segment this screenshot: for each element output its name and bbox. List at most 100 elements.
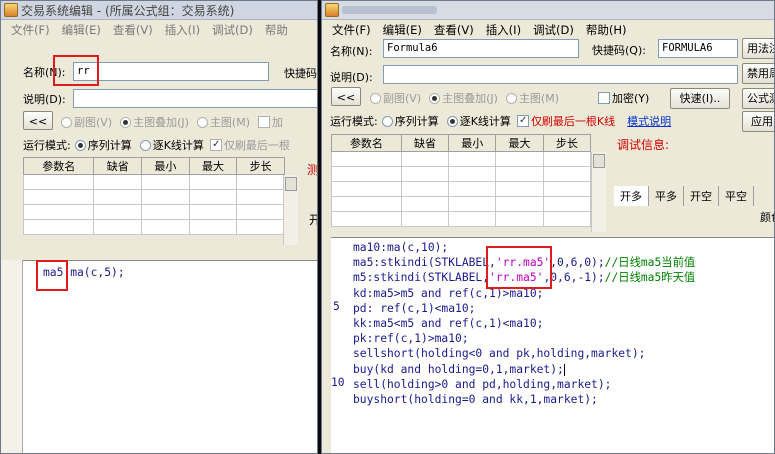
menu-debug[interactable]: 调试(D): [206, 22, 259, 38]
params-scrollbar[interactable]: [283, 175, 298, 245]
shortcut-value: FORMULA6: [662, 42, 713, 54]
app-icon: [4, 3, 18, 17]
radio-sequence-calc[interactable]: [381, 115, 393, 127]
tab-close-short[interactable]: 平空: [719, 186, 754, 206]
line-number: 5: [333, 300, 340, 313]
radio-kline-calc[interactable]: [446, 115, 458, 127]
col-step[interactable]: 步长: [236, 157, 285, 175]
params-scrollbar[interactable]: [591, 152, 606, 232]
menu-edit[interactable]: 编辑(E): [56, 22, 107, 38]
col-max[interactable]: 最大: [495, 134, 544, 152]
table-row[interactable]: [331, 211, 592, 227]
formula-editor-window-left: 交易系统编辑 - (所属公式组：交易系统) 文件(F) 编辑(E) 查看(V) …: [0, 0, 318, 454]
menu-help[interactable]: 帮助: [259, 22, 294, 38]
tab-open-short[interactable]: 开空: [684, 186, 719, 206]
debug-label-partial: 测: [307, 163, 318, 177]
menu-bar: 文件(F) 编辑(E) 查看(V) 插入(I) 调试(D) 帮助(H): [322, 20, 774, 40]
formula-test-button[interactable]: 公式测: [742, 88, 774, 109]
name-input[interactable]: rr: [73, 62, 269, 81]
table-row[interactable]: [22, 174, 285, 190]
radio-main-overlay[interactable]: [429, 92, 441, 104]
col-param-name[interactable]: 参数名: [331, 134, 402, 152]
table-row[interactable]: [22, 204, 285, 220]
app-icon: [325, 3, 339, 17]
col-max[interactable]: 最大: [188, 157, 238, 175]
menu-view[interactable]: 查看(V): [428, 22, 480, 38]
name-value: Formula6: [387, 42, 438, 54]
code-editor[interactable]: ma5:ma(c,5);: [23, 260, 317, 453]
code-line: buyshort(holding=0 and kk,1,market);: [353, 392, 598, 406]
run-mode-row: 运行模式: 序列计算 逐K线计算 仅刷最后一根: [23, 137, 290, 153]
code-line: ma5:ma(c,5);: [43, 266, 125, 279]
table-row[interactable]: [331, 151, 592, 167]
table-row[interactable]: [331, 196, 592, 212]
quick-button[interactable]: 快速(I)..: [670, 88, 730, 109]
title-bar[interactable]: 交易系统编辑 - (所属公式组：交易系统): [1, 1, 317, 20]
only-last-checkbox[interactable]: [209, 139, 222, 151]
window-title-blurred: [342, 6, 437, 14]
col-param-name[interactable]: 参数名: [22, 157, 95, 175]
col-min[interactable]: 最小: [448, 134, 497, 152]
collapse-button[interactable]: <<: [331, 87, 361, 106]
radio-main-chart[interactable]: [505, 92, 517, 104]
tab-close-long[interactable]: 平多: [649, 186, 684, 206]
col-default[interactable]: 缺省: [93, 157, 143, 175]
radio-sub-chart[interactable]: [370, 92, 381, 104]
code-line: kk:ma5<m5 and ref(c,1)<ma10;: [353, 316, 544, 330]
menu-insert[interactable]: 插入(I): [480, 22, 527, 38]
disable-period-button[interactable]: 禁用周: [742, 63, 774, 84]
apply-button[interactable]: 应用: [742, 111, 774, 132]
menu-bar: 文件(F) 编辑(E) 查看(V) 插入(I) 调试(D) 帮助: [1, 20, 317, 40]
params-table: 参数名 缺省 最小 最大 步长: [22, 157, 285, 235]
text-caret: [563, 363, 565, 376]
table-row[interactable]: [22, 189, 285, 205]
code-line: ma5:stkindi(STKLABEL,'rr.ma5',0,6,0);//日…: [353, 256, 696, 270]
menu-help[interactable]: 帮助(H): [580, 22, 633, 38]
encrypt-checkbox[interactable]: [598, 92, 610, 104]
usage-button[interactable]: 用法注: [742, 38, 774, 59]
menu-insert[interactable]: 插入(I): [159, 22, 206, 38]
radio-main-chart[interactable]: [196, 116, 208, 128]
code-line: m5:stkindi(STKLABEL,'rr.ma5',0,6,-1);//日…: [353, 271, 696, 285]
menu-file[interactable]: 文件(F): [5, 22, 56, 38]
table-row[interactable]: [331, 166, 592, 182]
tab-partial: 开: [309, 211, 317, 228]
radio-sub-chart[interactable]: [61, 116, 72, 128]
radio-sequence-calc[interactable]: [74, 139, 86, 151]
menu-view[interactable]: 查看(V): [107, 22, 159, 38]
code-editor[interactable]: 5 10 ma10:ma(c,10); ma5:stkindi(STKLABEL…: [331, 237, 774, 453]
shortcut-label: 快捷码: [284, 67, 317, 80]
code-line: kd:ma5>m5 and ref(c,1)>ma10;: [353, 286, 544, 300]
shortcut-input[interactable]: FORMULA6: [658, 39, 738, 58]
code-line: sell(holding>0 and pd,holding,market);: [353, 377, 612, 391]
table-row[interactable]: [22, 219, 285, 235]
debug-info-label: 调试信息:: [617, 138, 670, 152]
code-line: ma10:ma(c,10);: [353, 241, 449, 254]
tab-open-long[interactable]: 开多: [614, 186, 649, 206]
formula-editor-window-right: 文件(F) 编辑(E) 查看(V) 插入(I) 调试(D) 帮助(H) 名称(N…: [321, 0, 775, 454]
color-label: 颜色: [760, 211, 774, 224]
table-row[interactable]: [331, 181, 592, 197]
col-step[interactable]: 步长: [542, 134, 592, 152]
only-last-checkbox[interactable]: [516, 115, 529, 127]
chart-type-radios: 副图(V) 主图叠加(J) 主图(M): [370, 90, 567, 106]
run-mode-row: 运行模式: 序列计算 逐K线计算 仅刷最后一根K线 模式说明: [330, 113, 671, 129]
desc-input[interactable]: [73, 89, 317, 108]
encrypt-checkbox[interactable]: [258, 116, 271, 128]
radio-kline-calc[interactable]: [139, 139, 151, 151]
name-value: rr: [77, 65, 90, 77]
collapse-button[interactable]: <<: [23, 111, 53, 130]
title-bar[interactable]: [322, 1, 774, 20]
name-input[interactable]: Formula6: [383, 39, 579, 58]
menu-file[interactable]: 文件(F): [326, 22, 377, 38]
radio-main-overlay[interactable]: [120, 116, 132, 128]
menu-edit[interactable]: 编辑(E): [377, 22, 428, 38]
col-min[interactable]: 最小: [141, 157, 190, 175]
mode-help-link[interactable]: 模式说明: [627, 113, 671, 129]
col-default[interactable]: 缺省: [400, 134, 450, 152]
menu-debug[interactable]: 调试(D): [527, 22, 580, 38]
chart-type-radios: 副图(V) 主图叠加(J) 主图(M) 加: [61, 114, 283, 130]
desc-input[interactable]: [383, 65, 738, 84]
line-number: 10: [331, 376, 345, 389]
shortcut-label: 快捷码(Q):: [592, 44, 646, 57]
